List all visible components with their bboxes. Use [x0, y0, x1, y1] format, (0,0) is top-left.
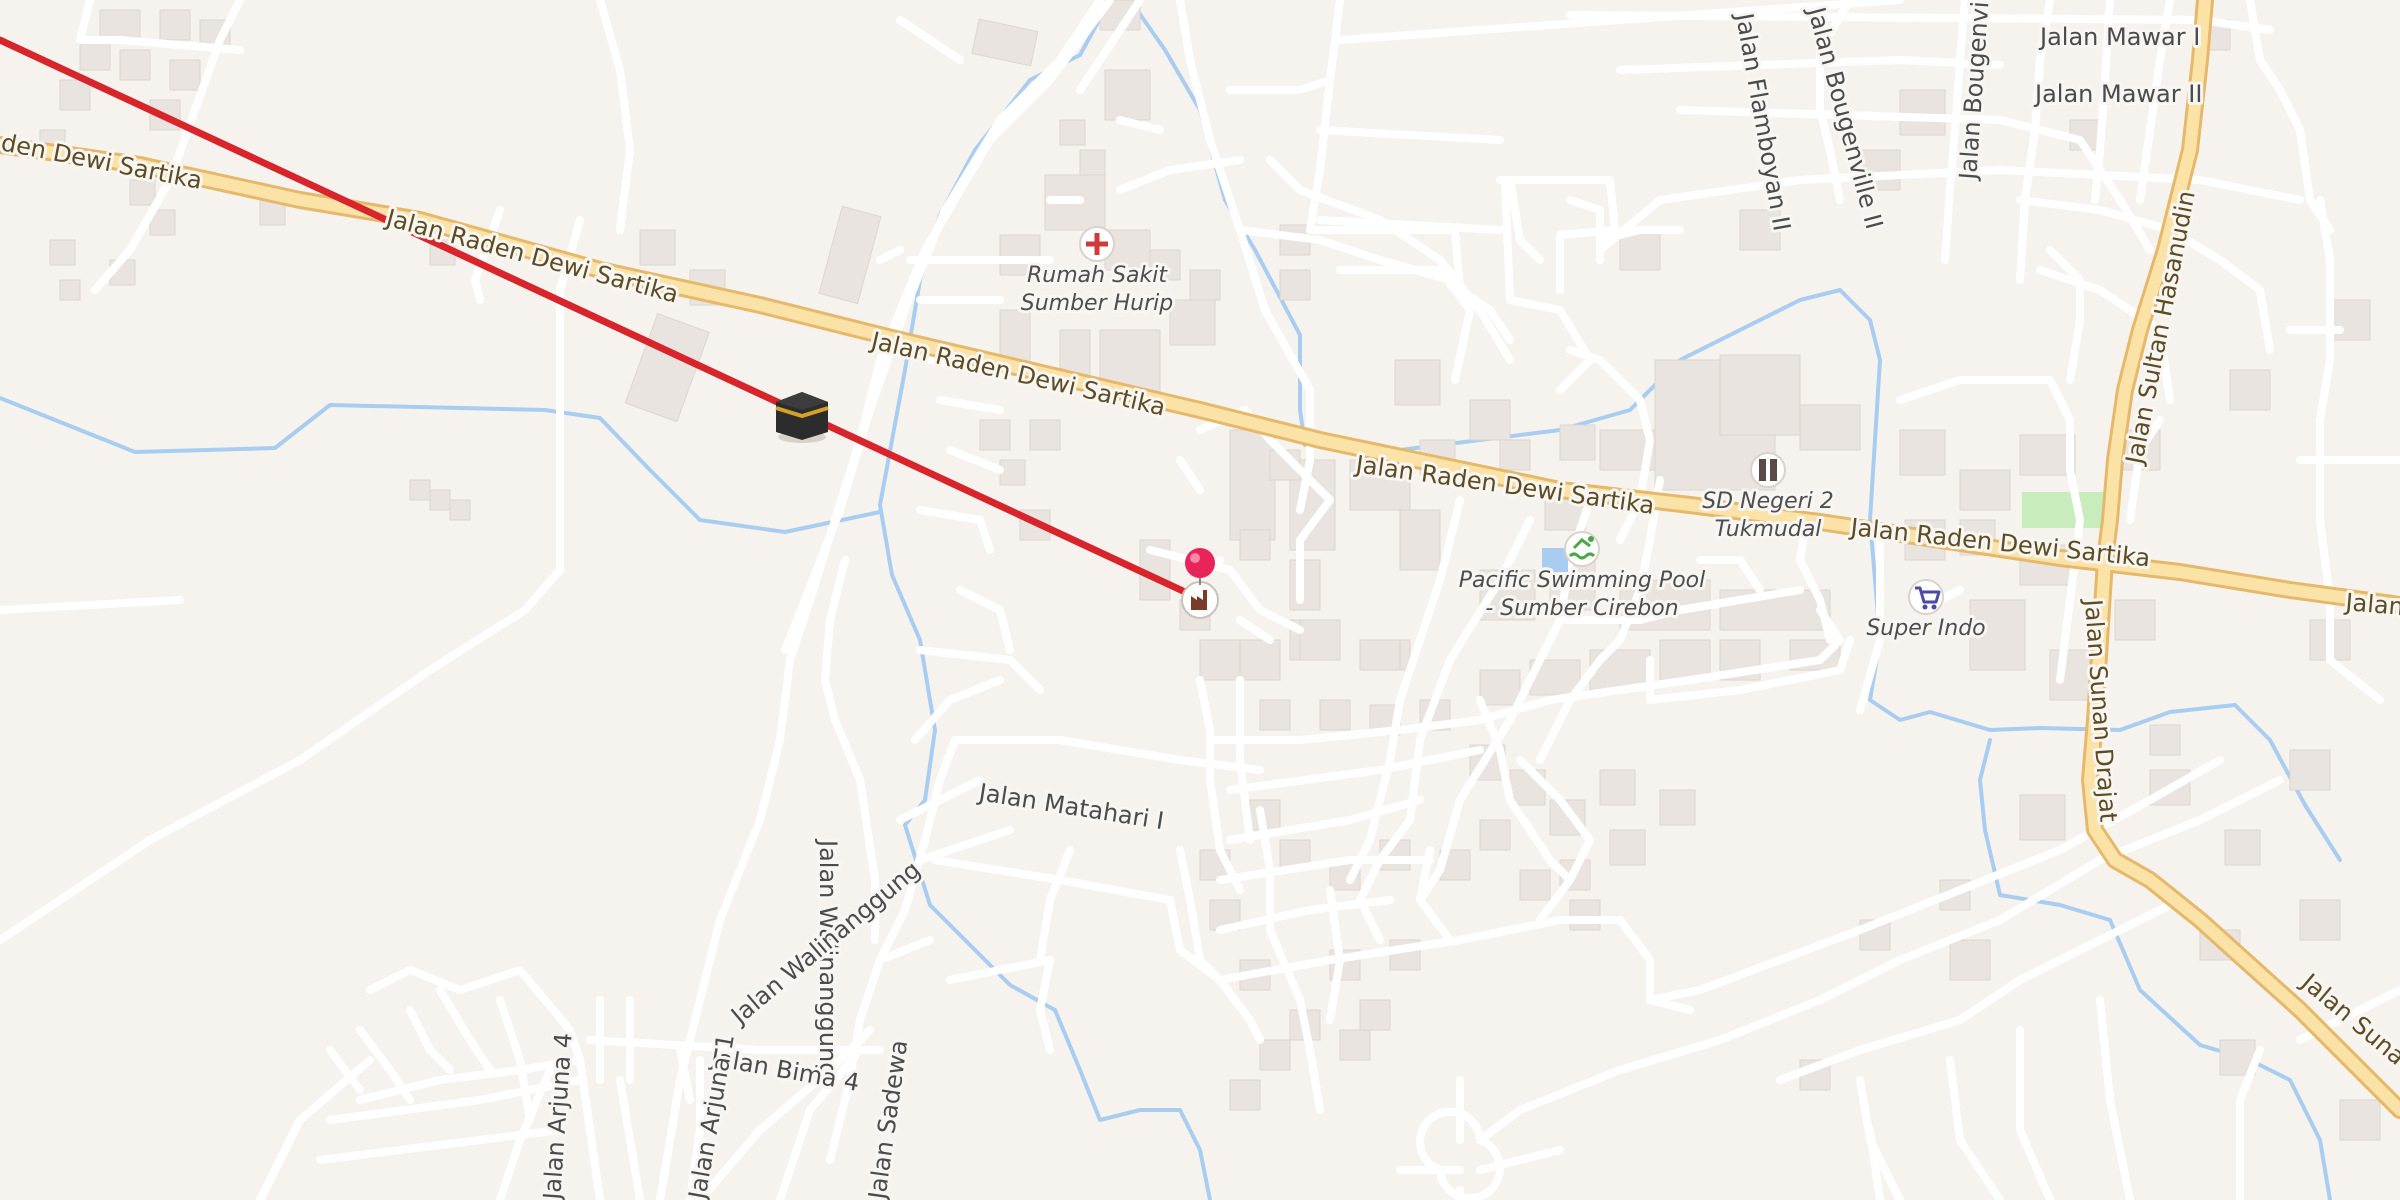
map-view[interactable]: den Dewi Sartika Jalan Raden Dewi Sartik…: [0, 0, 2400, 1200]
pin-highlight: [1190, 553, 1200, 563]
street-label-mawar-2: Jalan Mawar II: [2033, 80, 2202, 108]
street-label-flamboyan: Jalan Flamboyan II: [1730, 9, 1796, 233]
swimming-icon: [1564, 531, 1600, 567]
poi-school-label: SD Negeri 2: [1702, 489, 1834, 514]
poi-hospital-label: Rumah Sakit: [1027, 263, 1168, 288]
cart-wheel: [1931, 604, 1937, 610]
street-label-sadewa: Jalan Sadewa: [863, 1038, 913, 1200]
poi-pool-label: Pacific Swimming Pool: [1459, 568, 1706, 593]
current-location-marker[interactable]: [1181, 548, 1219, 619]
swimmer-head: [1588, 536, 1594, 542]
street-label-dewi-sartika-edge: Jalan: [2342, 588, 2400, 621]
poi-hospital-label: Sumber Hurip: [1021, 291, 1174, 316]
poi-school-label: Tukmudal: [1715, 517, 1822, 542]
street-label-arjuna-4: Jalan Arjuna 4: [538, 1032, 578, 1200]
park-area: [2022, 492, 2104, 528]
pin-head: [1185, 548, 1215, 578]
poi-supermarket[interactable]: Super Indo: [1863, 579, 1989, 644]
poi-swimming-pool[interactable]: Pacific Swimming Pool - Sumber Cirebon: [1456, 531, 1708, 624]
poi-pool-label: - Sumber Cirebon: [1485, 596, 1678, 621]
street-label-dewi-sartika: Jalan Raden Dewi Sartika: [382, 203, 682, 308]
cart-wheel: [1922, 604, 1928, 610]
poi-supermarket-label: Super Indo: [1866, 616, 1985, 641]
street-label-matahari: Jalan Matahari I: [975, 778, 1166, 835]
kaaba-marker[interactable]: [775, 392, 829, 443]
school-icon: [1750, 452, 1786, 488]
map-canvas[interactable]: den Dewi Sartika Jalan Raden Dewi Sartik…: [0, 0, 2400, 1200]
street-label-arjuna-1: Jalan Arjuna 1: [683, 1032, 740, 1200]
street-label-mawar-1: Jalan Mawar I: [2038, 23, 2200, 51]
river-west: [0, 396, 882, 534]
street-label-dewi-sartika-edge: den Dewi Sartika: [0, 128, 205, 194]
